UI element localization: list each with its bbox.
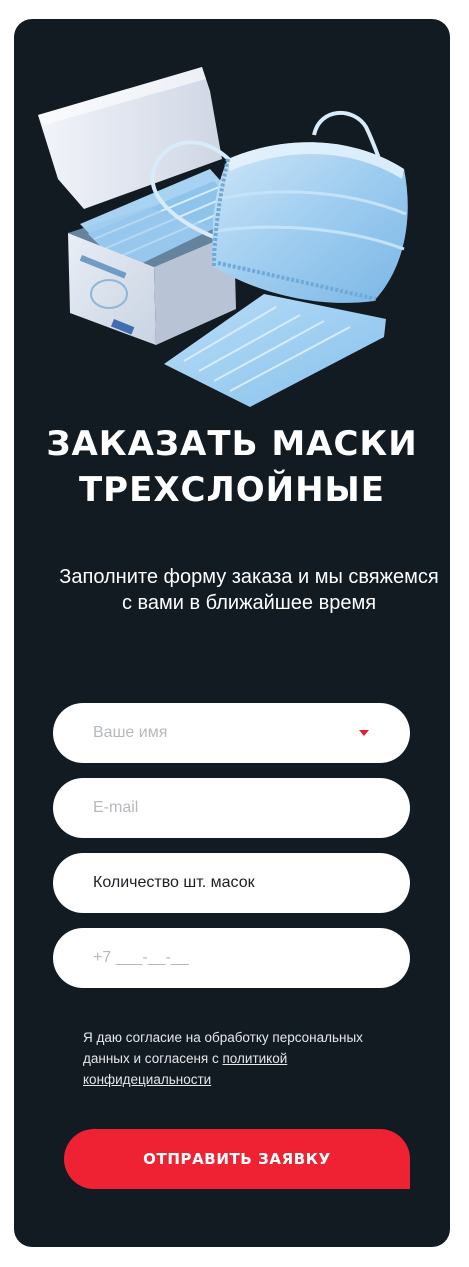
- form-subtitle: Заполните форму заказа и мы свяжемся с в…: [59, 566, 439, 614]
- dropdown-arrow-icon: [359, 730, 369, 736]
- phone-field[interactable]: +7 ___-__-__: [53, 928, 410, 988]
- consent-text: Я даю согласие на обработку персональных…: [83, 1027, 413, 1090]
- masks-product-image: [38, 67, 408, 407]
- quantity-field[interactable]: Количество шт. масок: [53, 853, 410, 913]
- title-line-2: ТРЕХСЛОЙНЫЕ: [78, 470, 385, 510]
- name-placeholder: Ваше имя: [93, 724, 168, 741]
- email-placeholder: E-mail: [93, 799, 139, 816]
- page-title: ЗАКАЗАТЬ МАСКИ ТРЕХСЛОЙНЫЕ: [14, 421, 450, 513]
- name-field[interactable]: Ваше имя: [53, 703, 410, 763]
- title-line-1: ЗАКАЗАТЬ МАСКИ: [46, 424, 418, 464]
- quantity-value: Количество шт. масок: [93, 874, 255, 891]
- phone-placeholder: +7 ___-__-__: [93, 949, 189, 966]
- submit-button[interactable]: ОТПРАВИТЬ ЗАЯВКУ: [64, 1129, 410, 1189]
- order-form-card: ЗАКАЗАТЬ МАСКИ ТРЕХСЛОЙНЫЕ Заполните фор…: [14, 19, 450, 1247]
- email-field[interactable]: E-mail: [53, 778, 410, 838]
